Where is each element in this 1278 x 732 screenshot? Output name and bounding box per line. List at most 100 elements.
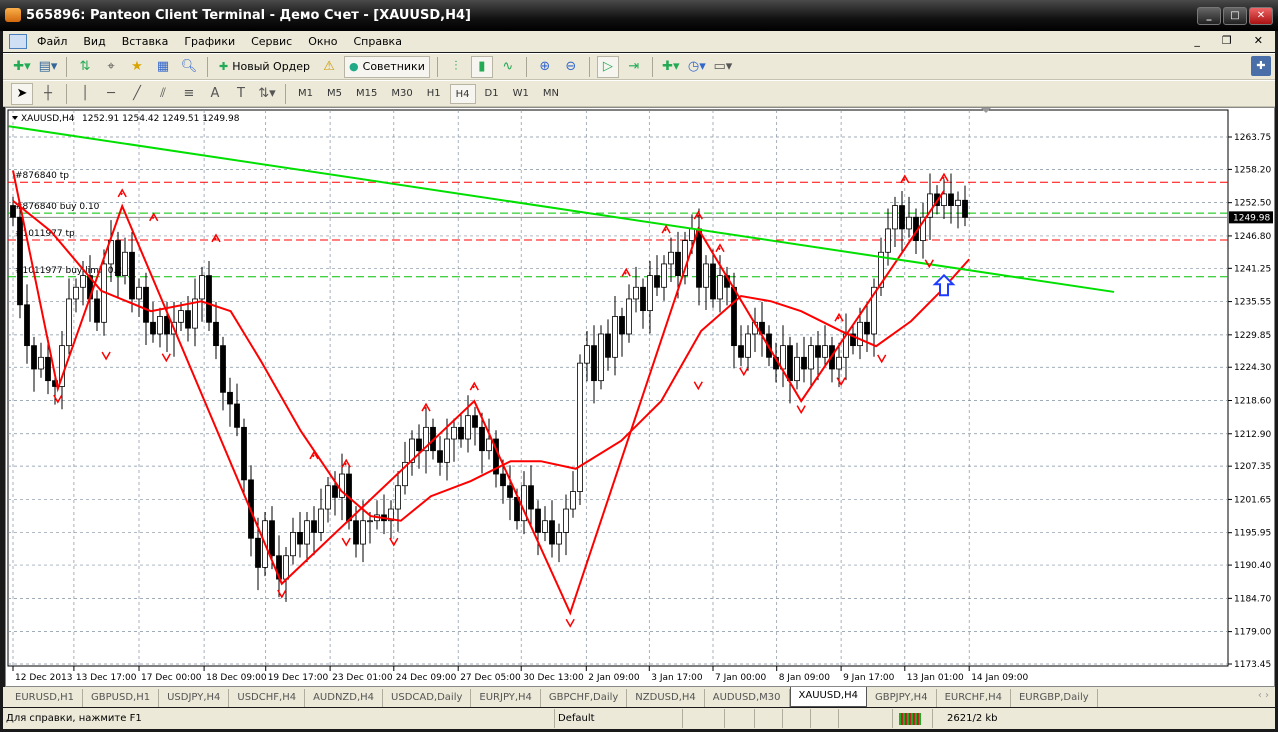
bull-candle [612, 316, 618, 358]
vertical-line-icon[interactable]: │ [74, 83, 96, 105]
timeframe-w1[interactable]: W1 [508, 84, 534, 104]
text-icon[interactable]: A [204, 83, 226, 105]
bull-candle [318, 508, 324, 533]
current-price-label: 1249.98 [1233, 213, 1270, 223]
chart-tab[interactable]: USDCAD,Daily [383, 689, 472, 707]
bull-candle [367, 520, 373, 523]
alert-icon[interactable]: ⚠ [318, 56, 340, 78]
bull-candle [80, 275, 86, 288]
templates-icon[interactable]: ▭▾ [712, 56, 734, 78]
y-tick-label: 1258.20 [1234, 165, 1271, 175]
periods-icon[interactable]: ◷▾ [686, 56, 708, 78]
timeframe-h1[interactable]: H1 [422, 84, 446, 104]
bull-candle [703, 263, 709, 288]
crosshair-icon[interactable]: ┼ [37, 83, 59, 105]
chart-tab[interactable]: XAUUSD,H4 [789, 687, 867, 707]
bar-chart-icon[interactable]: ⫶ [445, 56, 467, 78]
menu-charts[interactable]: Графики [176, 35, 243, 48]
bear-candle [185, 310, 191, 329]
bull-candle [395, 485, 401, 510]
cursor-icon[interactable]: ➤ [11, 82, 33, 105]
chart-window[interactable]: 1263.75 1258.20 1252.50 1246.80 1241.25 1235.… [5, 107, 1275, 687]
bull-candle [136, 286, 142, 300]
chart-tab[interactable]: EURJPY,H4 [471, 689, 541, 707]
new-chart-icon[interactable]: ✚▾ [11, 56, 33, 78]
bull-candle [598, 333, 604, 382]
mdi-close-icon[interactable]: ✕ [1246, 34, 1271, 47]
close-button[interactable]: ✕ [1249, 7, 1273, 25]
zoom-out-icon[interactable]: ⊖ [560, 56, 582, 78]
arrows-icon[interactable]: ⇅▾ [256, 83, 278, 105]
market-watch-icon[interactable]: ⇅ [74, 56, 96, 78]
candlestick-icon[interactable]: ▮ [470, 55, 493, 78]
status-help: Для справки, нажмите F1 [3, 709, 555, 728]
tab-scroll-arrows[interactable]: ‹ › [1258, 690, 1269, 701]
timeframe-m1[interactable]: M1 [293, 84, 318, 104]
price-chart[interactable]: 1263.75 1258.20 1252.50 1246.80 1241.25 1235.… [6, 108, 1276, 688]
zoom-in-icon[interactable]: ⊕ [534, 56, 556, 78]
timeframe-mn[interactable]: MN [538, 84, 564, 104]
bull-candle [857, 321, 863, 347]
bull-candle [542, 520, 548, 533]
timeframe-m15[interactable]: M15 [351, 84, 382, 104]
strategy-tester-icon[interactable]: 🔍︎ [178, 56, 200, 78]
menu-insert[interactable]: Вставка [114, 35, 177, 48]
new-order-button[interactable]: ✚ Новый Ордер [215, 56, 314, 78]
notification-icon[interactable]: ✚ [1251, 56, 1271, 76]
chart-tab[interactable]: USDCHF,H4 [229, 689, 306, 707]
mdi-minimize-icon[interactable]: _ [1186, 34, 1208, 47]
menu-tools[interactable]: Сервис [243, 35, 300, 48]
maximize-button[interactable]: □ [1223, 7, 1247, 25]
chart-tab[interactable]: NZDUSD,H4 [627, 689, 705, 707]
experts-button[interactable]: ● Советники [344, 55, 430, 78]
chart-tab[interactable]: AUDNZD,H4 [305, 689, 384, 707]
bull-candle [647, 275, 653, 312]
new-order-label: Новый Ордер [232, 60, 311, 73]
chart-window-icon[interactable] [9, 34, 27, 49]
chart-tab[interactable]: EURGBP,Daily [1011, 689, 1098, 707]
chart-tab[interactable]: GBPJPY,H4 [867, 689, 937, 707]
chart-tab[interactable]: USDJPY,H4 [159, 689, 230, 707]
profiles-icon[interactable]: ▤▾ [37, 56, 59, 78]
auto-scroll-icon[interactable]: ▷ [596, 55, 619, 78]
horizontal-line-icon[interactable]: ─ [100, 83, 122, 105]
bull-candle [808, 345, 814, 370]
line-chart-icon[interactable]: ∿ [497, 56, 519, 78]
chart-tab[interactable]: EURUSD,H1 [7, 689, 84, 707]
chart-shift-icon[interactable]: ⇥ [623, 56, 645, 78]
chart-tab[interactable]: GBPUSD,H1 [83, 689, 160, 707]
timeframe-m30[interactable]: M30 [386, 84, 417, 104]
timeframe-m5[interactable]: M5 [322, 84, 347, 104]
chart-tab[interactable]: EURCHF,H4 [937, 689, 1011, 707]
timeframe-d1[interactable]: D1 [480, 84, 504, 104]
bear-candle [115, 240, 121, 277]
title-bar: 565896: Panteon Client Terminal - Демо С… [0, 0, 1278, 31]
menu-view[interactable]: Вид [75, 35, 113, 48]
bull-candle [906, 216, 912, 230]
y-tick-label: 1246.80 [1234, 232, 1271, 242]
menu-file[interactable]: Файл [29, 35, 75, 48]
bear-candle [220, 345, 226, 393]
minimize-button[interactable]: _ [1197, 7, 1221, 25]
bull-candle [745, 333, 751, 358]
text-label-icon[interactable]: T [230, 83, 252, 105]
terminal-icon[interactable]: ▦ [152, 56, 174, 78]
bear-candle [311, 520, 317, 533]
mdi-restore-icon[interactable]: ❐ [1214, 34, 1240, 47]
menu-window[interactable]: Окно [300, 35, 345, 48]
y-tick-label: 1263.75 [1234, 133, 1271, 143]
equidistant-channel-icon[interactable]: ⫽ [152, 83, 174, 105]
chart-tab[interactable]: GBPCHF,Daily [541, 689, 628, 707]
chart-tab[interactable]: AUDUSD,M30 [705, 689, 790, 707]
order-line-label: #876840 buy 0.10 [15, 202, 100, 212]
bull-candle [584, 345, 590, 364]
data-window-icon[interactable]: ⌖ [100, 56, 122, 78]
indicators-icon[interactable]: ✚▾ [660, 56, 682, 78]
fibonacci-icon[interactable]: ≡ [178, 83, 200, 105]
timeframe-h4[interactable]: H4 [449, 83, 476, 104]
bear-candle [962, 199, 968, 218]
bear-candle [164, 316, 170, 335]
trendline-icon[interactable]: ╱ [126, 83, 148, 105]
menu-help[interactable]: Справка [345, 35, 409, 48]
navigator-icon[interactable]: ★ [126, 56, 148, 78]
